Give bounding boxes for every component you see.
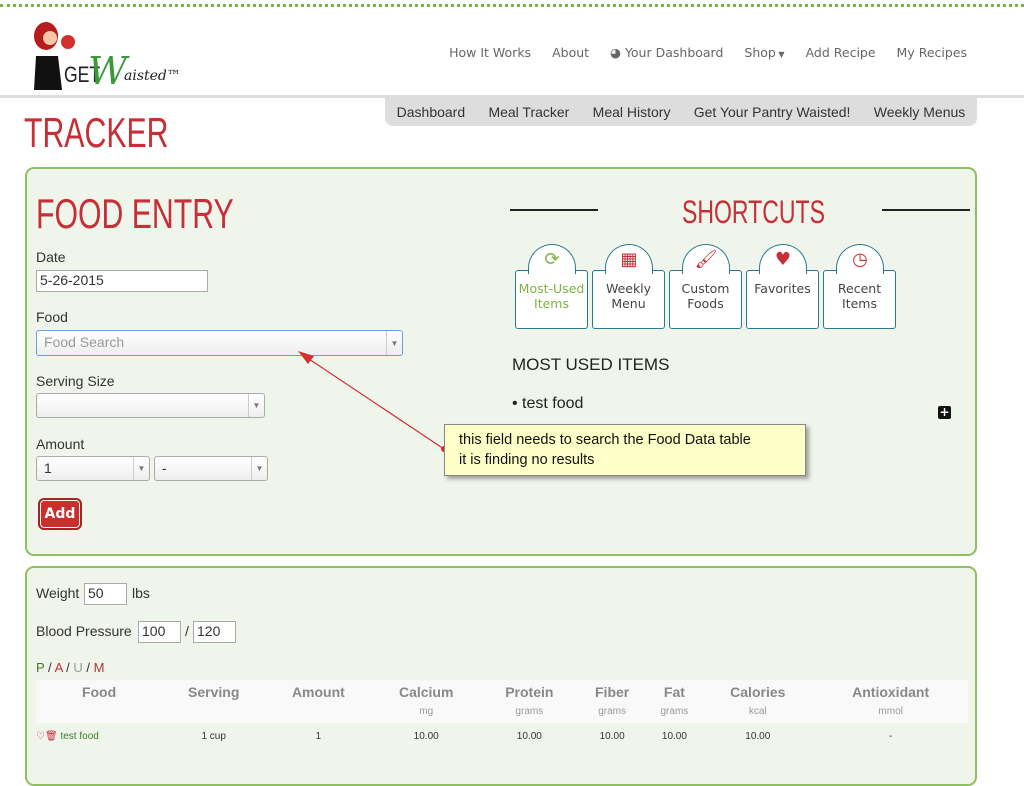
cell: 10.00	[599, 731, 625, 742]
weight-label: Weight	[36, 585, 80, 601]
daily-log-panel: Weight 50 lbs Blood Pressure 100 / 120 P…	[25, 566, 977, 786]
bp-diastolic-input[interactable]: 120	[193, 621, 236, 643]
unit: mg	[371, 700, 481, 723]
col-fiber: Fiber	[577, 680, 647, 700]
units-row: mg grams grams grams kcal mmol	[36, 700, 968, 723]
cell: 1 cup	[201, 731, 226, 742]
bp-systolic-input[interactable]: 100	[138, 621, 181, 643]
col-food: Food	[36, 680, 163, 700]
cell: 10.00	[516, 731, 542, 742]
food-log-table: Food Serving Amount Calcium Protein Fibe…	[36, 680, 968, 750]
heart-outline-icon[interactable]: ♡	[36, 731, 45, 742]
trash-icon[interactable]: 🗑	[45, 731, 58, 742]
col-amount: Amount	[265, 680, 372, 700]
weight-input[interactable]: 50	[84, 583, 127, 605]
unit	[265, 700, 372, 723]
filter-m[interactable]: M	[94, 660, 105, 675]
unit: grams	[480, 700, 578, 723]
unit: grams	[577, 700, 647, 723]
unit: grams	[646, 700, 703, 723]
food-link[interactable]: test food	[60, 731, 98, 742]
cell: 10.00	[745, 731, 771, 742]
cell: 10.00	[413, 731, 439, 742]
unit	[36, 700, 163, 723]
filter-p[interactable]: P	[36, 660, 44, 675]
col-serving: Serving	[162, 680, 266, 700]
meal-filter: P / A / U / M	[36, 660, 105, 675]
col-fat: Fat	[646, 680, 703, 700]
table-header: Food Serving Amount Calcium Protein Fibe…	[36, 680, 968, 700]
cell: 10.00	[661, 731, 687, 742]
col-protein: Protein	[480, 680, 578, 700]
table-row: ♡🗑 test food 1 cup 1 10.00 10.00 10.00 1…	[36, 723, 968, 750]
unit: kcal	[702, 700, 814, 723]
annotation-callout: this field needs to search the Food Data…	[444, 424, 806, 476]
unit	[162, 700, 266, 723]
col-calcium: Calcium	[371, 680, 481, 700]
filter-a[interactable]: A	[55, 660, 63, 675]
blood-pressure-label: Blood Pressure	[36, 623, 132, 639]
filter-u[interactable]: U	[73, 660, 82, 675]
unit: mmol	[813, 700, 968, 723]
cell: -	[888, 731, 893, 742]
bp-separator: /	[185, 623, 189, 639]
col-antioxidant: Antioxidant	[813, 680, 968, 700]
cell: 1	[315, 731, 322, 742]
weight-unit: lbs	[132, 585, 150, 601]
col-calories: Calories	[702, 680, 814, 700]
